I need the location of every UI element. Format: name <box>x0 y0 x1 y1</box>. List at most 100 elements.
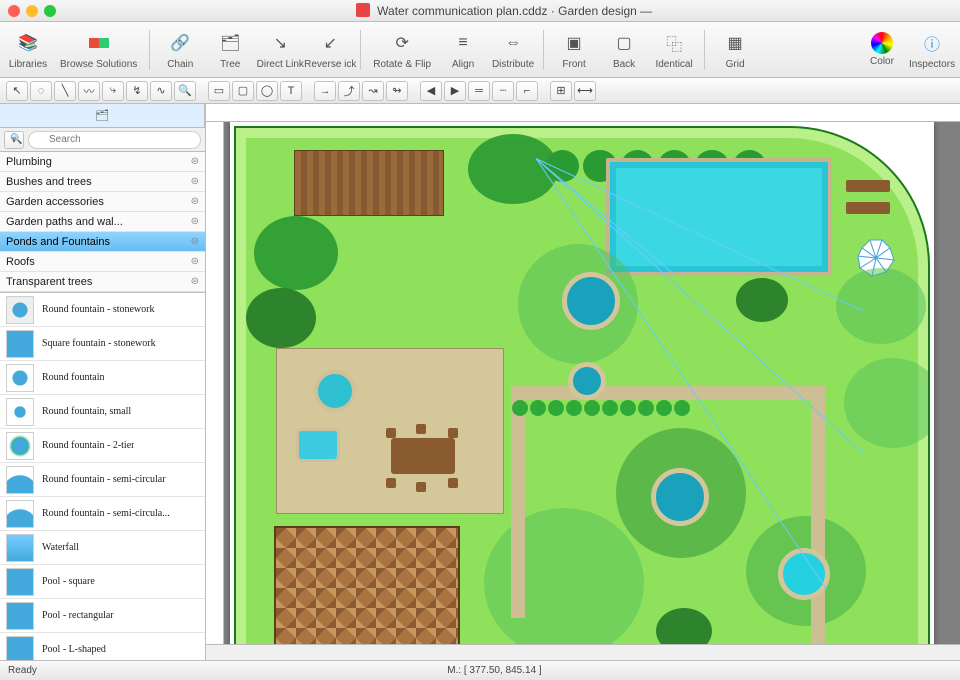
distribute-button[interactable]: ⇔ Distribute <box>491 29 535 70</box>
library-shape-item[interactable]: Waterfall <box>0 531 205 565</box>
sidebar-tab-shapes[interactable]: 🗂 <box>0 104 205 127</box>
libraries-button[interactable]: 📚 Libraries <box>6 29 50 70</box>
shrub-row[interactable] <box>512 400 690 416</box>
jacuzzi[interactable] <box>296 428 340 462</box>
library-category[interactable]: Roofs⊜ <box>0 252 205 272</box>
garden-plan[interactable] <box>234 126 930 644</box>
grid-button[interactable]: ▦ Grid <box>713 29 757 70</box>
library-category[interactable]: Bushes and trees⊜ <box>0 172 205 192</box>
arc-tool[interactable]: ⤷ <box>102 81 124 101</box>
fountain[interactable] <box>562 272 620 330</box>
disclosure-icon[interactable]: ⊜ <box>191 256 199 267</box>
arrow-start-tool[interactable]: ◀ <box>420 81 442 101</box>
connector-elbow-tool[interactable]: ⤴ <box>338 81 360 101</box>
close-window-button[interactable] <box>8 5 20 17</box>
house-roof[interactable] <box>274 526 460 644</box>
drawing-page[interactable] <box>230 122 934 644</box>
ruler-vertical[interactable] <box>206 122 224 644</box>
line-style-tool[interactable]: ┄ <box>492 81 514 101</box>
back-button[interactable]: ▢ Back <box>602 29 646 70</box>
curve-tool[interactable]: 〰 <box>78 81 100 101</box>
lounger[interactable] <box>846 202 890 214</box>
library-shape-item[interactable]: Round fountain - semi-circular <box>0 463 205 497</box>
library-shape-item[interactable]: Round fountain - 2-tier <box>0 429 205 463</box>
ruler-horizontal[interactable] <box>206 104 960 122</box>
library-category[interactable]: Transparent trees⊜ <box>0 272 205 292</box>
tree-transparent[interactable] <box>836 268 926 344</box>
dimension-tool[interactable]: ⟷ <box>574 81 596 101</box>
ellipse-tool[interactable]: ◯ <box>256 81 278 101</box>
library-shape-item[interactable]: Round fountain, small <box>0 395 205 429</box>
fountain[interactable] <box>651 468 709 526</box>
disclosure-icon[interactable]: ⊜ <box>191 156 199 167</box>
color-button[interactable]: Color <box>860 32 904 67</box>
text-tool[interactable]: T <box>280 81 302 101</box>
align-button[interactable]: ≡ Align <box>441 29 485 70</box>
library-shape-item[interactable]: Pool - rectangular <box>0 599 205 633</box>
disclosure-icon[interactable]: ⊜ <box>191 216 199 227</box>
connector-tool[interactable]: ↯ <box>126 81 148 101</box>
patio-table[interactable] <box>391 438 455 474</box>
chair[interactable] <box>448 478 458 488</box>
fountain[interactable] <box>568 362 606 400</box>
library-shape-item[interactable]: Round fountain <box>0 361 205 395</box>
connector-curve-tool[interactable]: ↝ <box>362 81 384 101</box>
tree-button[interactable]: 🗂 Tree <box>208 29 252 70</box>
chair[interactable] <box>386 478 396 488</box>
line-join-tool[interactable]: ⌐ <box>516 81 538 101</box>
rotate-flip-button[interactable]: ⟳ Rotate & Flip <box>369 29 435 70</box>
canvas-viewport[interactable] <box>224 122 960 644</box>
lasso-tool[interactable]: ◌ <box>30 81 52 101</box>
garden-path[interactable] <box>511 386 823 400</box>
line-weight-tool[interactable]: ═ <box>468 81 490 101</box>
rounded-rect-tool[interactable]: ▢ <box>232 81 254 101</box>
library-category[interactable]: Garden accessories⊜ <box>0 192 205 212</box>
arrow-end-tool[interactable]: ▶ <box>444 81 466 101</box>
garden-path[interactable] <box>811 386 825 644</box>
zoom-window-button[interactable] <box>44 5 56 17</box>
connector-smart-tool[interactable]: ↬ <box>386 81 408 101</box>
bush[interactable] <box>736 278 788 322</box>
chair[interactable] <box>416 482 426 492</box>
browse-solutions-button[interactable]: Browse Solutions <box>56 29 141 70</box>
swimming-pool[interactable] <box>606 158 832 276</box>
tree[interactable] <box>246 288 316 348</box>
disclosure-icon[interactable]: ⊜ <box>191 236 199 247</box>
disclosure-icon[interactable]: ⊜ <box>191 196 199 207</box>
tree[interactable] <box>468 134 558 204</box>
identical-button[interactable]: ⿻ Identical <box>652 29 696 70</box>
round-fountain[interactable] <box>314 370 356 412</box>
horizontal-scrollbar[interactable] <box>206 644 960 660</box>
wooden-deck[interactable] <box>294 150 444 216</box>
library-shape-item[interactable]: Pool - square <box>0 565 205 599</box>
library-shape-item[interactable]: Pool - L-shaped <box>0 633 205 660</box>
disclosure-icon[interactable]: ⊜ <box>191 276 199 287</box>
tree[interactable] <box>254 216 338 290</box>
reverse-button[interactable]: ↙ Reverse ick <box>308 29 352 70</box>
inspectors-button[interactable]: ⓘ Inspectors <box>910 29 954 70</box>
search-tool[interactable]: 🔍 <box>174 81 196 101</box>
front-button[interactable]: ▣ Front <box>552 29 596 70</box>
connector-straight-tool[interactable]: → <box>314 81 336 101</box>
chair[interactable] <box>416 424 426 434</box>
chain-button[interactable]: 🔗 Chain <box>158 29 202 70</box>
spline-tool[interactable]: ∿ <box>150 81 172 101</box>
library-shape-item[interactable]: Square fountain - stonework <box>0 327 205 361</box>
disclosure-icon[interactable]: ⊜ <box>191 176 199 187</box>
chair[interactable] <box>386 428 396 438</box>
direct-link-button[interactable]: ↘ Direct Link <box>258 29 302 70</box>
chair[interactable] <box>448 428 458 438</box>
garden-path[interactable] <box>511 386 525 618</box>
library-shape-item[interactable]: Round fountain - semi-circula... <box>0 497 205 531</box>
lounger[interactable] <box>846 180 890 192</box>
library-category[interactable]: Plumbing⊜ <box>0 152 205 172</box>
minimize-window-button[interactable] <box>26 5 38 17</box>
library-category[interactable]: Garden paths and wal...⊜ <box>0 212 205 232</box>
pointer-tool[interactable]: ↖ <box>6 81 28 101</box>
library-category[interactable]: Ponds and Fountains⊜ <box>0 232 205 252</box>
line-tool[interactable]: ╲ <box>54 81 76 101</box>
snap-tool[interactable]: ⊞ <box>550 81 572 101</box>
sidebar-search-input[interactable] <box>28 131 201 149</box>
rect-tool[interactable]: ▭ <box>208 81 230 101</box>
library-shape-item[interactable]: Round fountain - stonework <box>0 293 205 327</box>
